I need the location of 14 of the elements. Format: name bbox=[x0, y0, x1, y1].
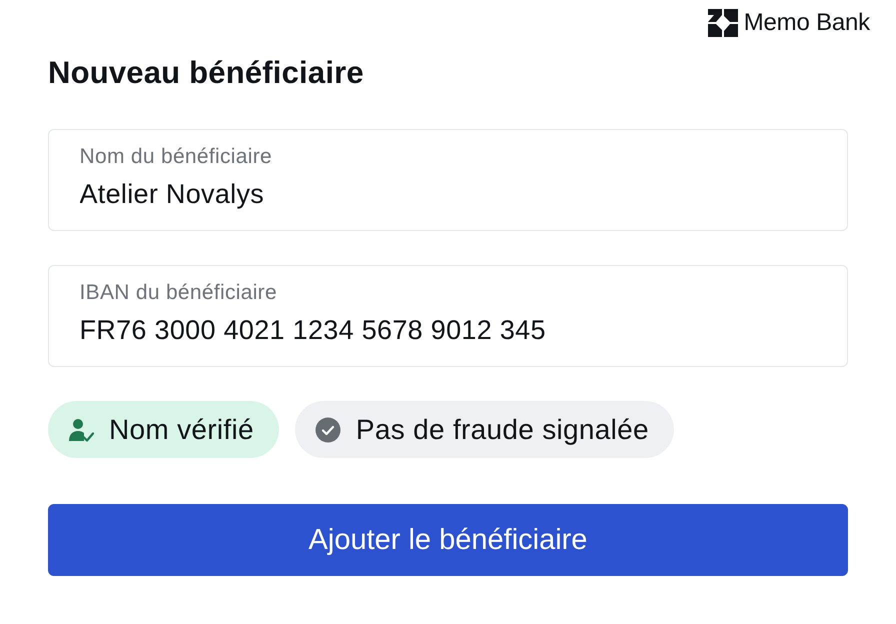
form-title: Nouveau bénéficiaire bbox=[48, 55, 364, 91]
text-field[interactable]: IBAN du bénéficiaire FR76 3000 4021 1234 5678 9012 345 bbox=[48, 265, 848, 367]
check-circle-icon bbox=[314, 416, 341, 442]
brand-name: Memo Bank bbox=[744, 8, 870, 38]
person-check-icon bbox=[68, 416, 94, 442]
field-label: Nom du bénéficiaire bbox=[80, 145, 272, 169]
add-beneficiary-button[interactable]: Ajouter le bénéficiaire bbox=[48, 504, 848, 576]
logo-icon bbox=[708, 9, 738, 37]
text-input[interactable]: Atelier Novalys bbox=[80, 178, 817, 210]
badge-label: Nom vérifié bbox=[109, 414, 254, 446]
text-field[interactable]: Nom du bénéficiaire Atelier Novalys bbox=[48, 129, 848, 231]
text-input[interactable]: FR76 3000 4021 1234 5678 9012 345 bbox=[80, 314, 817, 346]
field-label: IBAN du bénéficiaire bbox=[80, 281, 277, 305]
badge-label: Pas de fraude signalée bbox=[356, 414, 649, 446]
